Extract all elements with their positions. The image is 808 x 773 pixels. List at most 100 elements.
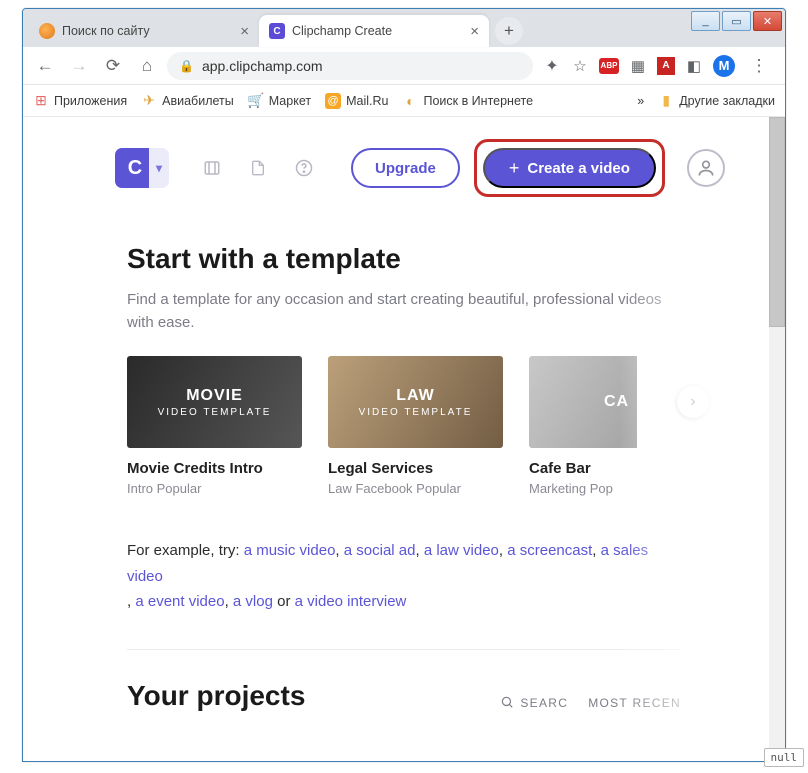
window-close-button[interactable]: ✕ <box>753 11 782 31</box>
app-header: C ▾ Upgrade + <box>23 117 785 207</box>
example-link[interactable]: a law video <box>424 542 499 559</box>
apps-grid-icon: ⊞ <box>33 93 49 109</box>
upgrade-label: Upgrade <box>375 160 436 177</box>
templates-subtext: Find a template for any occasion and sta… <box>127 289 681 334</box>
projects-header: Your projects SEARC MOST RECEN <box>23 650 785 712</box>
chevron-down-icon[interactable]: ▾ <box>149 148 169 188</box>
projects-heading: Your projects <box>127 680 305 712</box>
url-input[interactable]: 🔒 app.clipchamp.com <box>167 52 533 80</box>
url-text: app.clipchamp.com <box>202 58 323 74</box>
nav-home-button[interactable]: ⌂ <box>133 52 161 80</box>
nav-back-button[interactable]: ← <box>31 52 59 80</box>
null-tooltip: null <box>764 748 805 767</box>
thumb-title: MOVIE <box>158 387 272 405</box>
translate-icon[interactable]: ✦ <box>543 57 561 75</box>
example-link[interactable]: a video interview <box>295 593 407 610</box>
bookmark-item[interactable]: ✈ Авиабилеты <box>141 93 234 109</box>
overflow-label: » <box>637 94 644 108</box>
search-icon <box>500 695 514 712</box>
create-video-button[interactable]: + Create a video <box>483 148 656 188</box>
logo-letter: C <box>128 157 142 180</box>
profile-avatar-icon[interactable]: M <box>713 55 735 77</box>
create-video-label: Create a video <box>527 160 630 177</box>
sort-label: MOST RECEN <box>588 696 681 710</box>
tab-title: Clipchamp Create <box>292 24 392 38</box>
bookmarks-overflow-button[interactable]: » <box>637 94 644 108</box>
bookmark-star-icon[interactable]: ☆ <box>571 57 589 75</box>
projects-search-button[interactable]: SEARC <box>500 695 568 712</box>
template-card[interactable]: LAW VIDEO TEMPLATE Legal Services Law Fa… <box>328 356 503 496</box>
carousel-next-button[interactable]: › <box>677 386 709 418</box>
browser-menu-button[interactable]: ⋮ <box>745 52 773 80</box>
examples-sep: or <box>273 593 295 610</box>
address-bar: ← → ⟳ ⌂ 🔒 app.clipchamp.com ✦ ☆ ABP ▦ A … <box>23 47 785 85</box>
help-icon[interactable] <box>287 151 321 185</box>
bookmark-item[interactable]: ◐ Поиск в Интернете <box>402 93 533 109</box>
new-tab-button[interactable]: + <box>495 17 523 45</box>
bookmark-item[interactable]: ⊞ Приложения <box>33 93 127 109</box>
search-label: SEARC <box>520 696 568 710</box>
window-controls: _ ▭ ✕ <box>688 9 785 33</box>
favicon-icon: C <box>269 23 285 39</box>
bookmark-label: Приложения <box>54 94 127 108</box>
thumb-title: LAW <box>359 387 473 405</box>
tracker-icon[interactable]: ◧ <box>685 57 703 75</box>
template-cards-carousel: MOVIE VIDEO TEMPLATE Movie Credits Intro… <box>127 356 681 496</box>
template-tags: Marketing Pop <box>529 481 637 496</box>
template-tags: Law Facebook Popular <box>328 481 503 496</box>
window-maximize-button[interactable]: ▭ <box>722 11 751 31</box>
template-thumbnail: MOVIE VIDEO TEMPLATE <box>127 356 302 448</box>
examples-prefix: For example, try: <box>127 542 244 559</box>
nav-forward-button[interactable]: → <box>65 52 93 80</box>
template-tags: Intro Popular <box>127 481 302 496</box>
tab-close-icon[interactable]: × <box>240 23 249 40</box>
example-link[interactable]: a vlog <box>233 593 273 610</box>
videos-nav-icon[interactable] <box>195 151 229 185</box>
scrollbar-track[interactable] <box>769 117 785 761</box>
pdf-extension-icon[interactable]: A <box>657 57 675 75</box>
template-card[interactable]: MOVIE VIDEO TEMPLATE Movie Credits Intro… <box>127 356 302 496</box>
templates-section: Start with a template Find a template fo… <box>23 207 785 496</box>
thumb-subtitle: VIDEO TEMPLATE <box>359 407 473 418</box>
cart-icon: 🛒 <box>248 93 264 109</box>
bookmark-label: Маркет <box>269 94 311 108</box>
user-avatar-button[interactable] <box>687 149 725 187</box>
other-bookmarks-button[interactable]: ▮ Другие закладки <box>658 93 775 109</box>
plus-icon: + <box>509 158 520 179</box>
bookmarks-bar: ⊞ Приложения ✈ Авиабилеты 🛒 Маркет @ Mai… <box>23 85 785 117</box>
browser-tab[interactable]: Поиск по сайту × <box>29 15 259 47</box>
example-link[interactable]: a screencast <box>507 542 592 559</box>
extension-icon[interactable]: ▦ <box>629 57 647 75</box>
bookmark-label: Авиабилеты <box>162 94 234 108</box>
plane-icon: ✈ <box>141 93 157 109</box>
page-viewport: C ▾ Upgrade + <box>23 117 785 761</box>
file-nav-icon[interactable] <box>241 151 275 185</box>
tab-close-icon[interactable]: × <box>470 23 479 40</box>
upgrade-button[interactable]: Upgrade <box>351 148 460 188</box>
extension-icons: ✦ ☆ ABP ▦ A ◧ M ⋮ <box>539 52 777 80</box>
adblock-icon[interactable]: ABP <box>599 58 619 74</box>
template-thumbnail: LAW VIDEO TEMPLATE <box>328 356 503 448</box>
nav-reload-button[interactable]: ⟳ <box>99 52 127 80</box>
example-link[interactable]: a music video <box>244 542 336 559</box>
examples-text: For example, try: a music video, a socia… <box>127 538 681 615</box>
app-logo[interactable]: C ▾ <box>115 148 155 188</box>
bookmark-label: Другие закладки <box>679 94 775 108</box>
browser-window: _ ▭ ✕ Поиск по сайту × C Clipchamp Creat… <box>22 8 786 762</box>
browser-tab-active[interactable]: C Clipchamp Create × <box>259 15 489 47</box>
window-minimize-button[interactable]: _ <box>691 11 720 31</box>
template-title: Legal Services <box>328 460 503 477</box>
bookmark-label: Поиск в Интернете <box>423 94 533 108</box>
projects-sort-dropdown[interactable]: MOST RECEN <box>588 696 681 710</box>
template-thumbnail: CA <box>529 356 637 448</box>
favicon-icon <box>39 23 55 39</box>
example-link[interactable]: a social ad <box>344 542 416 559</box>
bookmark-label: Mail.Ru <box>346 94 388 108</box>
example-link[interactable]: a event video <box>135 593 224 610</box>
template-title: Movie Credits Intro <box>127 460 302 477</box>
bookmark-item[interactable]: @ Mail.Ru <box>325 93 388 109</box>
bookmark-item[interactable]: 🛒 Маркет <box>248 93 311 109</box>
search-bookmark-icon: ◐ <box>402 93 418 109</box>
create-video-highlight: + Create a video <box>474 139 665 197</box>
template-card[interactable]: CA Cafe Bar Marketing Pop <box>529 356 637 496</box>
